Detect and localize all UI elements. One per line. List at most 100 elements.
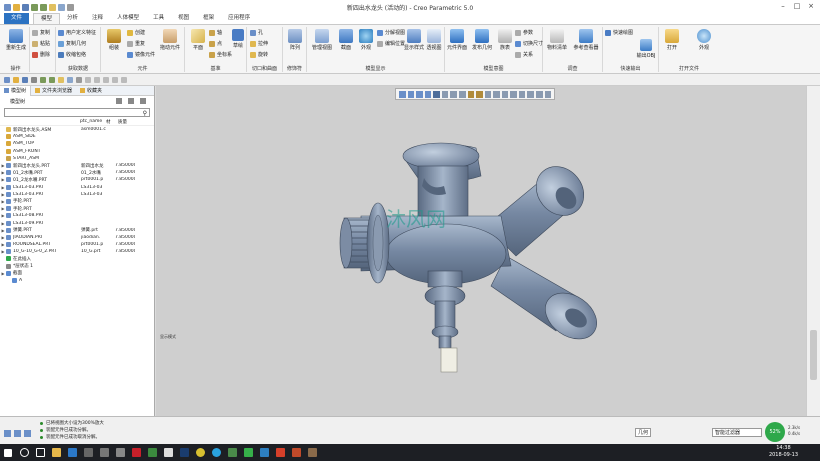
paste-button[interactable]: 粘贴: [32, 40, 50, 47]
manage-views-button[interactable]: 管理视图: [309, 29, 335, 51]
tree-row[interactable]: START_ASM: [0, 155, 154, 162]
copy-geometry-button[interactable]: 复制几何: [58, 40, 86, 47]
tab-favorites[interactable]: 收藏夹: [76, 86, 106, 96]
display-style-icon[interactable]: [433, 90, 440, 98]
point-button[interactable]: 点: [209, 40, 222, 47]
tab-annotate[interactable]: 注释: [85, 13, 110, 24]
publish-geometry-button[interactable]: 发布几何: [470, 29, 494, 51]
start-button[interactable]: [0, 446, 16, 460]
taskbar-search[interactable]: [16, 446, 32, 460]
edit-position-button[interactable]: 编辑位置: [377, 40, 405, 47]
pan-icon[interactable]: [536, 90, 543, 98]
tree-columns-icon[interactable]: [140, 98, 146, 104]
toolbar-window-icon[interactable]: [67, 76, 73, 83]
drag-components-button[interactable]: 拖动元件: [159, 29, 181, 51]
mirror-component-button[interactable]: 镜像元件: [127, 51, 155, 58]
sketch-button[interactable]: 草绘: [229, 29, 247, 49]
repeat-button[interactable]: 重复: [127, 40, 145, 47]
right-scrollbar[interactable]: [806, 86, 820, 416]
tab-view[interactable]: 视图: [171, 13, 196, 24]
tree-row[interactable]: ▶ LS313-03.PRT LS313-03: [0, 184, 154, 191]
graphics-area[interactable]: 沐风网 显示模式: [156, 86, 806, 416]
toolbar-print-icon[interactable]: [31, 76, 37, 83]
export-obj-button[interactable]: 输出OBJ: [635, 39, 657, 59]
axis-button[interactable]: 轴: [209, 29, 222, 36]
section-button[interactable]: 截面: [335, 29, 357, 51]
tree-row[interactable]: ASM_TOP: [0, 140, 154, 147]
pattern-button[interactable]: 阵列: [284, 29, 306, 51]
taskbar-clock[interactable]: 14:38 2018-09-13: [769, 445, 798, 459]
taskbar-app-9[interactable]: [176, 446, 192, 460]
regenerate-button[interactable]: 重新生成: [5, 29, 27, 51]
tab-applications[interactable]: 应用程序: [221, 13, 257, 24]
minimize-icon[interactable]: –: [776, 0, 790, 12]
toolbar-save-icon[interactable]: [22, 76, 28, 83]
taskbar-app-3[interactable]: [80, 446, 96, 460]
tree-row[interactable]: A: [0, 277, 154, 284]
selection-filter[interactable]: 几何: [635, 428, 651, 437]
taskbar-app-4[interactable]: [96, 446, 112, 460]
switch-dimensions-button[interactable]: 切换尺寸: [515, 40, 543, 47]
tree-row[interactable]: ▶ 截面: [0, 270, 154, 277]
toolbar-redo-icon[interactable]: [49, 76, 55, 83]
taskbar-taskview[interactable]: [32, 446, 48, 460]
hole-button[interactable]: 孔: [250, 29, 263, 36]
tab-file[interactable]: 文件: [4, 13, 30, 24]
user-feature-button[interactable]: 用户定义特征: [58, 29, 96, 36]
toolbar-undo-icon[interactable]: [40, 76, 46, 83]
toolbar-repaint-icon[interactable]: [85, 76, 91, 83]
statusbar-fullscreen-icon[interactable]: [24, 430, 31, 437]
create-button[interactable]: 创建: [127, 29, 145, 36]
tab-model-tree[interactable]: 模型树: [0, 85, 32, 96]
tree-row[interactable]: ▶ LS313-03.PRT LS313-03: [0, 191, 154, 198]
tree-row[interactable]: ▶ 01_2水嘴.PRT 01_2水嘴 7.850000: [0, 169, 154, 176]
taskbar-app-7[interactable]: [144, 446, 160, 460]
appearance-button[interactable]: 外观: [355, 29, 377, 51]
annotation-display-icon[interactable]: [476, 90, 483, 98]
taskbar-app-1[interactable]: [48, 446, 64, 460]
tab-tools[interactable]: 工具: [146, 13, 171, 24]
toolbar-close-icon[interactable]: [76, 76, 82, 83]
tree-row[interactable]: 在此插入: [0, 255, 154, 262]
plane-button[interactable]: 平面: [187, 29, 209, 51]
family-table-button[interactable]: 族表: [494, 29, 516, 51]
assemble-button[interactable]: 组装: [103, 29, 125, 51]
bom-button[interactable]: 物料清单: [546, 29, 568, 51]
close-icon[interactable]: ×: [804, 0, 818, 12]
appearance-2-button[interactable]: 外观: [693, 29, 715, 51]
tree-row[interactable]: ▶ ROUNDSEAL.PRT prt0001.p 7.850000: [0, 241, 154, 248]
toolbar-filter-icon[interactable]: [103, 76, 109, 83]
parameters-button[interactable]: 参数: [515, 29, 533, 36]
section-toggle-icon[interactable]: [493, 90, 500, 98]
tree-row[interactable]: ▶ 01_2龙水嘴.PRT prt0001.p 7.850000: [0, 176, 154, 183]
taskbar-app-13[interactable]: [240, 446, 256, 460]
reference-viewer-button[interactable]: 参考查看器: [573, 29, 599, 51]
taskbar-app-8[interactable]: [160, 446, 176, 460]
tree-row[interactable]: ASM_SIDE: [0, 133, 154, 140]
repaint-icon[interactable]: [424, 90, 432, 98]
appearance-toggle-icon[interactable]: [510, 90, 517, 98]
perspective-view-icon[interactable]: [458, 90, 466, 98]
tab-analysis[interactable]: 分析: [60, 13, 85, 24]
taskbar-app-2[interactable]: [64, 446, 80, 460]
tree-settings-icon[interactable]: [116, 98, 122, 104]
taskbar-app-6[interactable]: [128, 446, 144, 460]
display-style-button[interactable]: 显示样式: [403, 29, 425, 51]
taskbar-app-10[interactable]: [192, 446, 208, 460]
zoom-in-icon[interactable]: [407, 90, 415, 98]
perspective-button[interactable]: 透视图: [423, 29, 445, 51]
exploded-view-button[interactable]: 分解视图: [377, 29, 405, 36]
tree-search-input[interactable]: ⚲: [4, 108, 150, 117]
toolbar-find-icon[interactable]: [121, 76, 127, 83]
tab-folder-browser[interactable]: 文件夹浏览器: [31, 86, 76, 96]
tree-filter-icon[interactable]: [128, 98, 134, 104]
scroll-thumb[interactable]: [810, 330, 817, 380]
tree-row[interactable]: ▶ LS313-09.PRT: [0, 219, 154, 226]
tree-row[interactable]: ▶ 10_G-10_G-0_2.PRT 10_G.prt 7.850000: [0, 248, 154, 255]
toolbar-settings-icon[interactable]: [94, 76, 100, 83]
tab-model[interactable]: 模型: [33, 13, 61, 24]
statusbar-tree-icon[interactable]: [4, 430, 11, 437]
tree-row[interactable]: ▶ 手轮.PRT: [0, 198, 154, 205]
toolbar-select-icon[interactable]: [112, 76, 118, 83]
tree-row[interactable]: ▶ 手轮.PRT: [0, 205, 154, 212]
